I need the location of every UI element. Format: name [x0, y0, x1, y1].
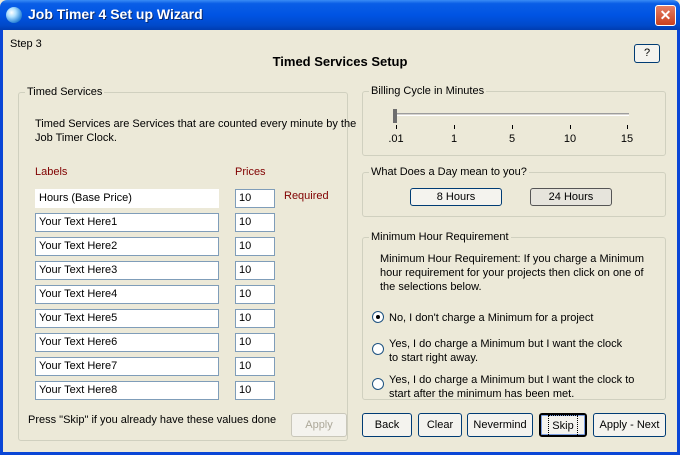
billing-cycle-legend: Billing Cycle in Minutes: [369, 85, 487, 97]
base-price-label-field[interactable]: Hours (Base Price): [35, 189, 219, 208]
minimum-hour-description: Minimum Hour Requirement: If you charge …: [380, 253, 645, 293]
required-label: Required: [284, 190, 329, 202]
8-hours-button[interactable]: 8 Hours: [410, 188, 502, 206]
skip-button-label: Skip: [548, 415, 578, 437]
service-label-field[interactable]: Your Text Here8: [35, 381, 219, 400]
slider-tick: [396, 125, 397, 129]
minimum-start-now-label[interactable]: Yes, I do charge a Minimum but I want th…: [389, 337, 629, 365]
slider-tick-label: 10: [563, 133, 577, 145]
service-price-field[interactable]: 10: [235, 309, 275, 328]
minimum-start-now-radio[interactable]: [372, 343, 384, 355]
service-label-field[interactable]: Your Text Here7: [35, 357, 219, 376]
service-price-field[interactable]: 10: [235, 381, 275, 400]
slider-tick-label: .01: [388, 133, 404, 145]
nevermind-button[interactable]: Nevermind: [467, 413, 533, 437]
24-hours-label: 24 Hours: [548, 191, 594, 203]
billing-cycle-slider-track[interactable]: [395, 113, 629, 116]
skip-button[interactable]: Skip: [539, 413, 587, 437]
service-label-field[interactable]: Your Text Here4: [35, 285, 219, 304]
apply-next-button-label: Apply - Next: [599, 419, 660, 431]
minimum-start-after-label[interactable]: Yes, I do charge a Minimum but I want th…: [389, 373, 639, 401]
step-indicator: Step 3: [10, 38, 42, 50]
skip-note: Press "Skip" if you already have these v…: [28, 414, 277, 426]
labels-header: Labels: [35, 166, 68, 178]
nevermind-button-label: Nevermind: [473, 419, 527, 431]
minimum-start-after-radio[interactable]: [372, 378, 384, 390]
title-bar: Job Timer 4 Set up Wizard ✕: [0, 0, 680, 30]
service-price-field[interactable]: 10: [235, 213, 275, 232]
timed-services-legend: Timed Services: [25, 86, 105, 98]
service-price-field[interactable]: 10: [235, 333, 275, 352]
service-price-field[interactable]: 10: [235, 189, 275, 208]
service-price-field[interactable]: 10: [235, 357, 275, 376]
service-label-field[interactable]: Your Text Here5: [35, 309, 219, 328]
back-button-label: Back: [374, 419, 400, 431]
slider-tick-label: 1: [450, 133, 458, 145]
service-label-field[interactable]: Your Text Here1: [35, 213, 219, 232]
24-hours-button[interactable]: 24 Hours: [530, 188, 612, 206]
help-button[interactable]: ?: [634, 44, 660, 63]
day-meaning-legend: What Does a Day mean to you?: [369, 166, 529, 178]
clear-button[interactable]: Clear: [418, 413, 462, 437]
slider-tick: [512, 125, 513, 129]
no-minimum-label[interactable]: No, I don't charge a Minimum for a proje…: [389, 311, 654, 325]
slider-tick: [627, 125, 628, 129]
service-price-field[interactable]: 10: [235, 237, 275, 256]
app-globe-icon: [6, 7, 22, 23]
page-title: Timed Services Setup: [272, 54, 408, 69]
timed-services-description: Timed Services are Services that are cou…: [35, 118, 357, 144]
minimum-hour-legend: Minimum Hour Requirement: [369, 231, 511, 243]
slider-tick-label: 5: [508, 133, 516, 145]
service-price-field[interactable]: 10: [235, 261, 275, 280]
clear-button-label: Clear: [426, 419, 454, 431]
no-minimum-radio[interactable]: [372, 311, 384, 323]
service-label-field[interactable]: Your Text Here2: [35, 237, 219, 256]
window-title: Job Timer 4 Set up Wizard: [28, 6, 203, 22]
slider-tick: [454, 125, 455, 129]
day-meaning-group: What Does a Day mean to you?: [362, 166, 666, 217]
service-label-field[interactable]: Your Text Here6: [35, 333, 219, 352]
billing-cycle-group: Billing Cycle in Minutes: [362, 85, 666, 156]
apply-next-button[interactable]: Apply - Next: [593, 413, 666, 437]
billing-cycle-slider-thumb[interactable]: [393, 109, 397, 123]
service-price-field[interactable]: 10: [235, 285, 275, 304]
apply-button[interactable]: Apply: [291, 413, 347, 437]
apply-button-label: Apply: [305, 419, 333, 431]
slider-tick-label: 15: [620, 133, 634, 145]
8-hours-label: 8 Hours: [436, 191, 476, 203]
slider-tick: [570, 125, 571, 129]
close-button[interactable]: ✕: [655, 5, 676, 26]
help-button-label: ?: [643, 47, 651, 59]
back-button[interactable]: Back: [362, 413, 412, 437]
prices-header: Prices: [235, 166, 266, 178]
service-label-field[interactable]: Your Text Here3: [35, 261, 219, 280]
